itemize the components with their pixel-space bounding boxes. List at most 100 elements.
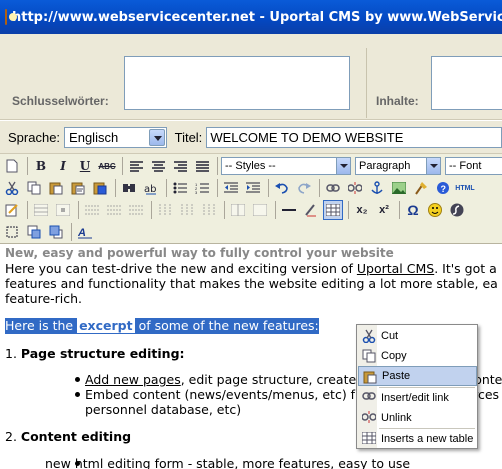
- find-icon[interactable]: [119, 178, 139, 198]
- toolbar-row-2: ab 123 ? HTML: [2, 177, 502, 199]
- bullet-list-icon[interactable]: [170, 178, 190, 198]
- menu-item-unlink[interactable]: Unlink: [358, 408, 477, 428]
- cleanup-icon[interactable]: [411, 178, 431, 198]
- subscript-button[interactable]: x₂: [352, 200, 372, 220]
- italic-button[interactable]: I: [53, 156, 73, 176]
- insert-col-after-icon[interactable]: [177, 200, 197, 220]
- toolbar-separator: [166, 179, 167, 197]
- toolbar-separator: [71, 223, 72, 241]
- keywords-textarea[interactable]: [124, 56, 350, 110]
- menu-item-insert-link[interactable]: Insert/edit link: [358, 388, 477, 408]
- window-titlebar[interactable]: http://www.webservicecenter.net - Uporta…: [0, 0, 502, 34]
- font-select-value: -- Font: [449, 160, 482, 172]
- insert-table-icon[interactable]: [323, 200, 343, 220]
- anchor-icon[interactable]: [367, 178, 387, 198]
- indent-icon[interactable]: [243, 178, 263, 198]
- intro-line-2: features and functionality that makes th…: [5, 276, 498, 291]
- toolbar-separator: [151, 201, 152, 219]
- context-menu: Cut Copy Paste Insert/edit link Unlink I…: [356, 324, 478, 449]
- toolbar-separator: [319, 179, 320, 197]
- title-input[interactable]: WELCOME TO DEMO WEBSITE: [206, 126, 502, 148]
- menu-item-paste[interactable]: Paste: [358, 366, 477, 386]
- selected-text: Here is the: [5, 318, 78, 333]
- remove-format-icon[interactable]: [301, 200, 321, 220]
- selected-text: of some of the new features:: [134, 318, 319, 333]
- html-source-icon[interactable]: HTML: [455, 178, 475, 198]
- split-cells-icon[interactable]: [228, 200, 248, 220]
- table-cell-props-icon[interactable]: [53, 200, 73, 220]
- align-left-icon[interactable]: [126, 156, 146, 176]
- meta-panel: Schlusselwörter: Inhalte:: [0, 34, 502, 120]
- menu-item-label: Cut: [381, 330, 399, 342]
- copy-icon: [362, 349, 376, 363]
- superscript-button[interactable]: x²: [374, 200, 394, 220]
- insert-col-before-icon[interactable]: [155, 200, 175, 220]
- outdent-icon[interactable]: [221, 178, 241, 198]
- paste-text-icon[interactable]: [68, 178, 88, 198]
- copy-icon[interactable]: [24, 178, 44, 198]
- align-right-icon[interactable]: [170, 156, 190, 176]
- menu-item-cut[interactable]: Cut: [358, 326, 477, 346]
- selected-text-bold: excerpt: [77, 318, 135, 333]
- text-style-icon[interactable]: A: [75, 222, 95, 242]
- flash-icon[interactable]: [447, 200, 467, 220]
- horizontal-rule-icon[interactable]: [279, 200, 299, 220]
- paste-icon: [363, 370, 377, 384]
- toolbar-row-4: A: [2, 221, 502, 243]
- cut-icon[interactable]: [2, 178, 22, 198]
- language-select[interactable]: Englisch: [64, 126, 167, 148]
- strikethrough-button[interactable]: ABC: [97, 156, 117, 176]
- merge-cells-icon[interactable]: [250, 200, 270, 220]
- toolbar-separator: [275, 201, 276, 219]
- absolute-position-icon[interactable]: [2, 222, 22, 242]
- underline-button[interactable]: U: [75, 156, 95, 176]
- toolbar-separator: [115, 179, 116, 197]
- image-icon[interactable]: [389, 178, 409, 198]
- content-textarea[interactable]: [431, 56, 502, 110]
- move-backward-icon[interactable]: [46, 222, 66, 242]
- replace-icon[interactable]: ab: [141, 178, 161, 198]
- emoticon-icon[interactable]: [425, 200, 445, 220]
- section-title: Content editing: [20, 429, 132, 444]
- bold-button[interactable]: B: [31, 156, 51, 176]
- html-link[interactable]: html: [75, 456, 103, 469]
- table-icon: [361, 431, 377, 446]
- numbered-list-icon[interactable]: 123: [192, 178, 212, 198]
- align-justify-icon[interactable]: [192, 156, 212, 176]
- menu-item-insert-table[interactable]: Inserts a new table: [358, 429, 477, 449]
- redo-icon[interactable]: [294, 178, 314, 198]
- format-select-value: Paragraph: [359, 160, 411, 172]
- font-select[interactable]: -- Font: [445, 157, 502, 175]
- scissors-icon: [362, 329, 376, 344]
- align-center-icon[interactable]: [148, 156, 168, 176]
- meta-divider: [366, 48, 367, 118]
- move-forward-icon[interactable]: [24, 222, 44, 242]
- menu-item-copy[interactable]: Copy: [358, 346, 477, 366]
- list-item-text: new: [45, 456, 75, 469]
- table-row-props-icon[interactable]: [31, 200, 51, 220]
- keywords-label: Schlusselwörter:: [12, 94, 109, 108]
- uportal-link[interactable]: Uportal CMS: [357, 261, 434, 276]
- unlink-icon[interactable]: [345, 178, 365, 198]
- toolbar-separator: [27, 157, 28, 175]
- delete-col-icon[interactable]: [199, 200, 219, 220]
- new-document-icon[interactable]: [2, 156, 22, 176]
- undo-icon[interactable]: [272, 178, 292, 198]
- help-icon[interactable]: ?: [433, 178, 453, 198]
- add-pages-link[interactable]: Add new pages: [85, 372, 181, 387]
- language-label: Sprache:: [8, 129, 61, 145]
- link-icon[interactable]: [323, 178, 343, 198]
- title-label: Titel:: [174, 129, 203, 145]
- insert-row-before-icon[interactable]: [82, 200, 102, 220]
- insert-row-after-icon[interactable]: [104, 200, 124, 220]
- format-select[interactable]: Paragraph: [355, 157, 441, 175]
- list-item-text: editing form - stable, more features, ea…: [103, 456, 411, 469]
- paste-icon[interactable]: [46, 178, 66, 198]
- list-item-text: Embed content (news/events/menus, etc) f: [85, 387, 356, 402]
- paste-word-icon[interactable]: [90, 178, 110, 198]
- edit-css-icon[interactable]: [2, 200, 22, 220]
- chevron-down-icon: [426, 158, 440, 174]
- special-char-button[interactable]: Ω: [403, 200, 423, 220]
- delete-row-icon[interactable]: [126, 200, 146, 220]
- styles-select[interactable]: -- Styles --: [221, 157, 351, 175]
